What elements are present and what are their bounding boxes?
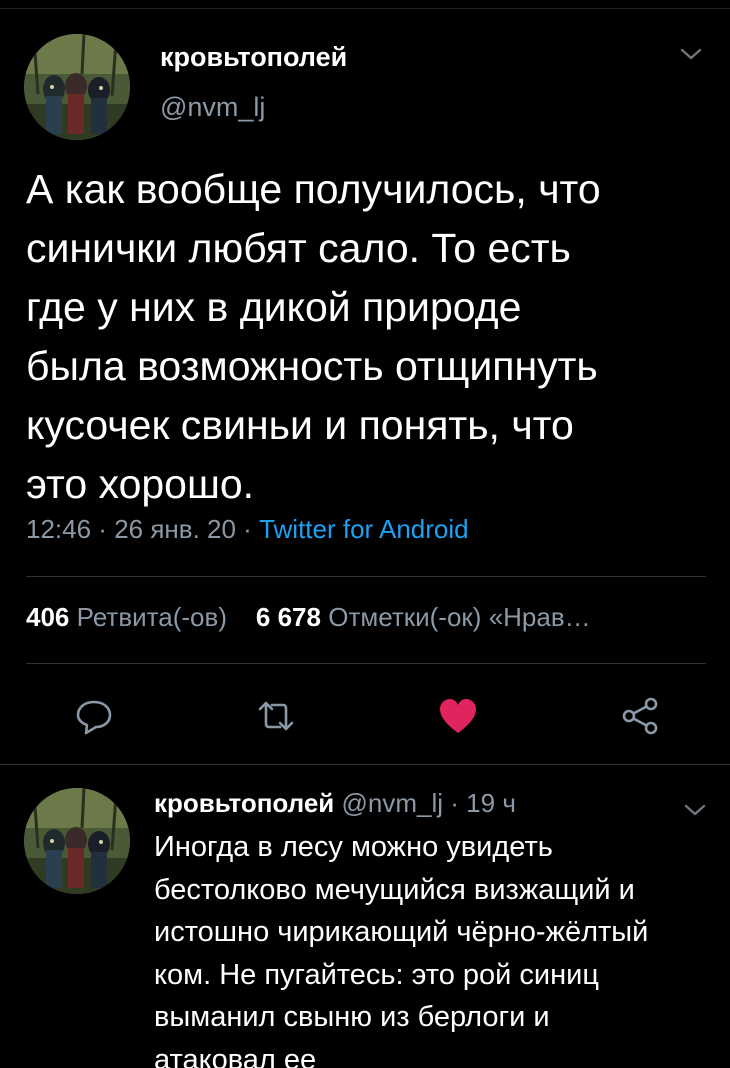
- meta-separator: ·: [91, 514, 115, 544]
- reply-time: 19 ч: [466, 788, 516, 818]
- reply-text: Иногда в лесу можно увидеть бестолково м…: [154, 831, 649, 1068]
- share-button[interactable]: [618, 694, 662, 738]
- share-icon: [622, 697, 658, 735]
- tweet-page: кровьтополей @nvm_lj А как вообще получи…: [0, 0, 730, 1068]
- likes-stat[interactable]: 6 678 Отметки(-ок): [256, 602, 482, 632]
- retweets-label: Ретвита(-ов): [76, 602, 227, 632]
- tweet-meta: 12:46 · 26 янв. 20 · Twitter for Android: [26, 514, 469, 545]
- likes-label: Отметки(-ок): [328, 602, 482, 632]
- reply-avatar[interactable]: [24, 788, 130, 894]
- meta-separator: ·: [443, 788, 467, 818]
- chevron-down-icon[interactable]: [676, 44, 706, 64]
- tweet-separator: [0, 764, 730, 765]
- retweets-stat[interactable]: 406 Ретвита(-ов): [26, 602, 227, 632]
- avatar-painting-image: [24, 34, 130, 140]
- speech-bubble-icon: [76, 700, 112, 735]
- divider: [26, 576, 706, 577]
- retweet-button[interactable]: [254, 694, 298, 738]
- like-button[interactable]: [436, 694, 480, 738]
- reply-button[interactable]: [72, 694, 116, 738]
- tweet-time: 12:46: [26, 514, 92, 544]
- tweet-source-link[interactable]: Twitter for Android: [259, 514, 469, 544]
- author-handle[interactable]: @nvm_lj: [160, 92, 265, 123]
- meta-separator: ·: [235, 514, 260, 544]
- divider: [26, 663, 706, 664]
- chevron-down-icon[interactable]: [680, 800, 710, 820]
- tweet-date: 26 янв. 20: [114, 514, 236, 544]
- tweet-text: А как вообще получилось, что синички люб…: [26, 166, 601, 507]
- retweets-count: 406: [26, 602, 70, 632]
- reply-author-handle[interactable]: @nvm_lj: [342, 788, 444, 818]
- likes-count: 6 678: [255, 602, 321, 632]
- liked-by-label[interactable]: «Нрав…: [489, 602, 591, 632]
- author-display-name[interactable]: кровьтополей: [160, 42, 347, 73]
- reply-author-name[interactable]: кровьтополей: [154, 788, 334, 818]
- avatar[interactable]: [24, 34, 130, 140]
- heart-icon: [440, 699, 476, 733]
- top-divider: [0, 8, 730, 9]
- retweet-icon: [258, 701, 294, 731]
- reply-header: кровьтополей @nvm_lj · 19 ч: [154, 788, 516, 819]
- tweet-stats: 406 Ретвита(-ов) 6 678 Отметки(-ок) «Нра…: [26, 602, 591, 633]
- avatar-painting-image: [24, 788, 130, 894]
